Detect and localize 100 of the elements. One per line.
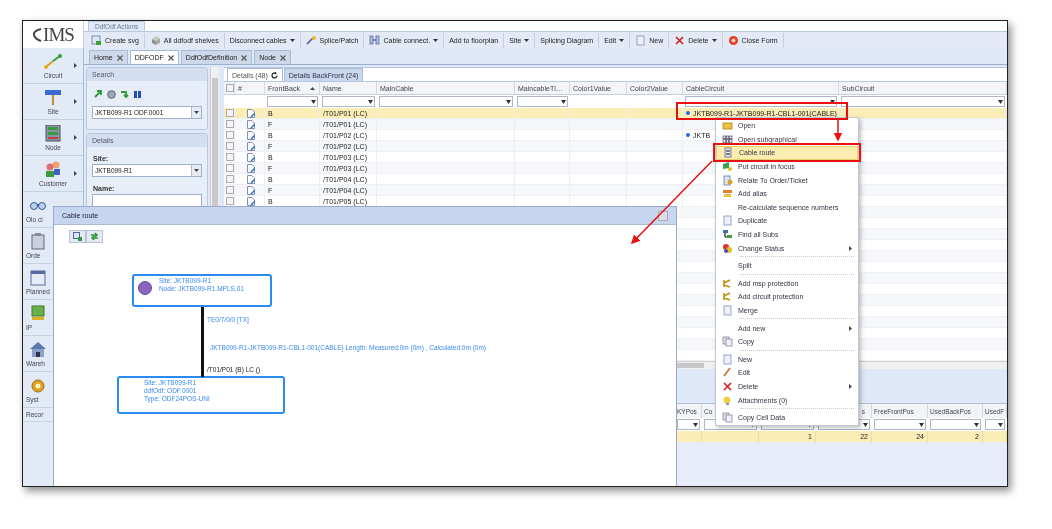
pencil-icon [721,367,733,379]
filter-icon[interactable] [506,99,511,104]
close-icon[interactable] [116,54,123,61]
filter-field[interactable] [379,96,513,107]
lightbulb-icon [721,394,733,406]
flag-icon [721,161,733,173]
cube-icon [149,34,161,46]
edit-icon[interactable] [247,196,255,206]
filter-icon[interactable] [998,422,1003,427]
filter-field[interactable] [685,96,837,107]
header-checkbox[interactable] [226,84,234,92]
document-icon [721,174,733,186]
tag-icon [721,188,733,200]
status-dot [686,133,690,137]
chip-icon [28,304,48,322]
filter-icon[interactable] [998,99,1003,104]
filter-icon[interactable] [561,99,566,104]
annotation-arrow [833,119,843,142]
branch-icon [721,291,733,303]
row-checkbox[interactable] [226,175,234,183]
stop-icon [727,34,739,46]
branch-icon [721,277,733,289]
refresh-button[interactable] [86,230,103,243]
logo-swoosh-icon [32,27,43,42]
filter-field[interactable] [930,419,981,430]
expand-arrow-icon [74,63,77,68]
submenu-arrow-icon [849,325,852,331]
caret-icon [194,169,200,172]
row-checkbox[interactable] [226,164,234,172]
filter-field[interactable] [517,96,568,107]
window-button[interactable] [658,210,668,221]
expand-arrow-icon [74,171,77,176]
expand-arrow-icon [74,135,77,140]
arrow-icon[interactable] [93,89,104,100]
rack-icon [43,124,63,142]
edit-icon[interactable] [247,119,255,129]
row-checkbox[interactable] [226,197,234,205]
status-dot [686,111,690,115]
filter-icon[interactable] [311,99,316,104]
close-icon[interactable] [241,54,248,61]
filter-icon[interactable] [919,422,924,427]
copy-icon [721,336,733,348]
filter-field[interactable] [874,419,926,430]
filter-field[interactable] [322,96,375,107]
swap-arrows-icon [90,232,99,241]
warehouse-icon [28,340,48,358]
connector-icon [369,34,381,46]
history-icon[interactable] [106,89,117,100]
arrow-icon[interactable] [119,89,130,100]
row-checkbox[interactable] [226,120,234,128]
logo: IMS [43,23,74,46]
edit-icon[interactable] [247,185,255,195]
edit-icon[interactable] [247,163,255,173]
filter-field[interactable] [267,96,318,107]
list-icon [722,147,734,159]
caret-icon [289,38,295,42]
grid-icon [721,133,733,145]
filter-field[interactable] [985,419,1005,430]
delete-icon [721,381,733,392]
edit-icon[interactable] [247,152,255,162]
caret-icon [433,38,439,42]
edit-icon[interactable] [247,130,255,140]
filter-icon[interactable] [974,422,979,427]
copy-icon [721,412,733,424]
caret-icon [194,111,200,114]
row-checkbox[interactable] [226,186,234,194]
row-checkbox[interactable] [226,109,234,117]
submenu-arrow-icon [849,384,852,389]
edit-icon[interactable] [247,108,255,118]
filter-icon[interactable] [830,99,835,104]
clipboard-icon [28,232,48,250]
submenu-arrow-icon [849,245,852,251]
signpost-icon [43,88,63,106]
tree-icon [721,229,733,241]
edit-icon[interactable] [247,174,255,184]
wire-icon [43,52,63,70]
palette-icon [721,242,733,254]
filter-icon[interactable] [368,99,373,104]
export-button[interactable] [69,230,86,243]
refresh-icon[interactable] [270,71,278,79]
folder-icon [721,120,733,132]
row-checkbox[interactable] [226,142,234,150]
filter-icon[interactable] [863,422,868,427]
node-circle-icon [138,281,152,295]
close-icon[interactable] [167,54,174,61]
caret-icon [524,38,530,42]
delete-icon [674,34,686,46]
row-checkbox[interactable] [226,131,234,139]
binoculars-icon[interactable] [132,89,143,100]
filter-field[interactable] [841,96,1005,107]
sort-arrow-icon [310,86,315,90]
expand-arrow-icon [74,99,77,104]
edit-icon[interactable] [247,141,255,151]
filter-icon[interactable] [693,422,698,427]
row-checkbox[interactable] [226,153,234,161]
caret-icon [619,38,625,42]
caret-icon [711,38,717,42]
wand-icon [305,34,317,46]
filter-field[interactable] [677,419,700,430]
close-icon[interactable] [279,54,286,61]
